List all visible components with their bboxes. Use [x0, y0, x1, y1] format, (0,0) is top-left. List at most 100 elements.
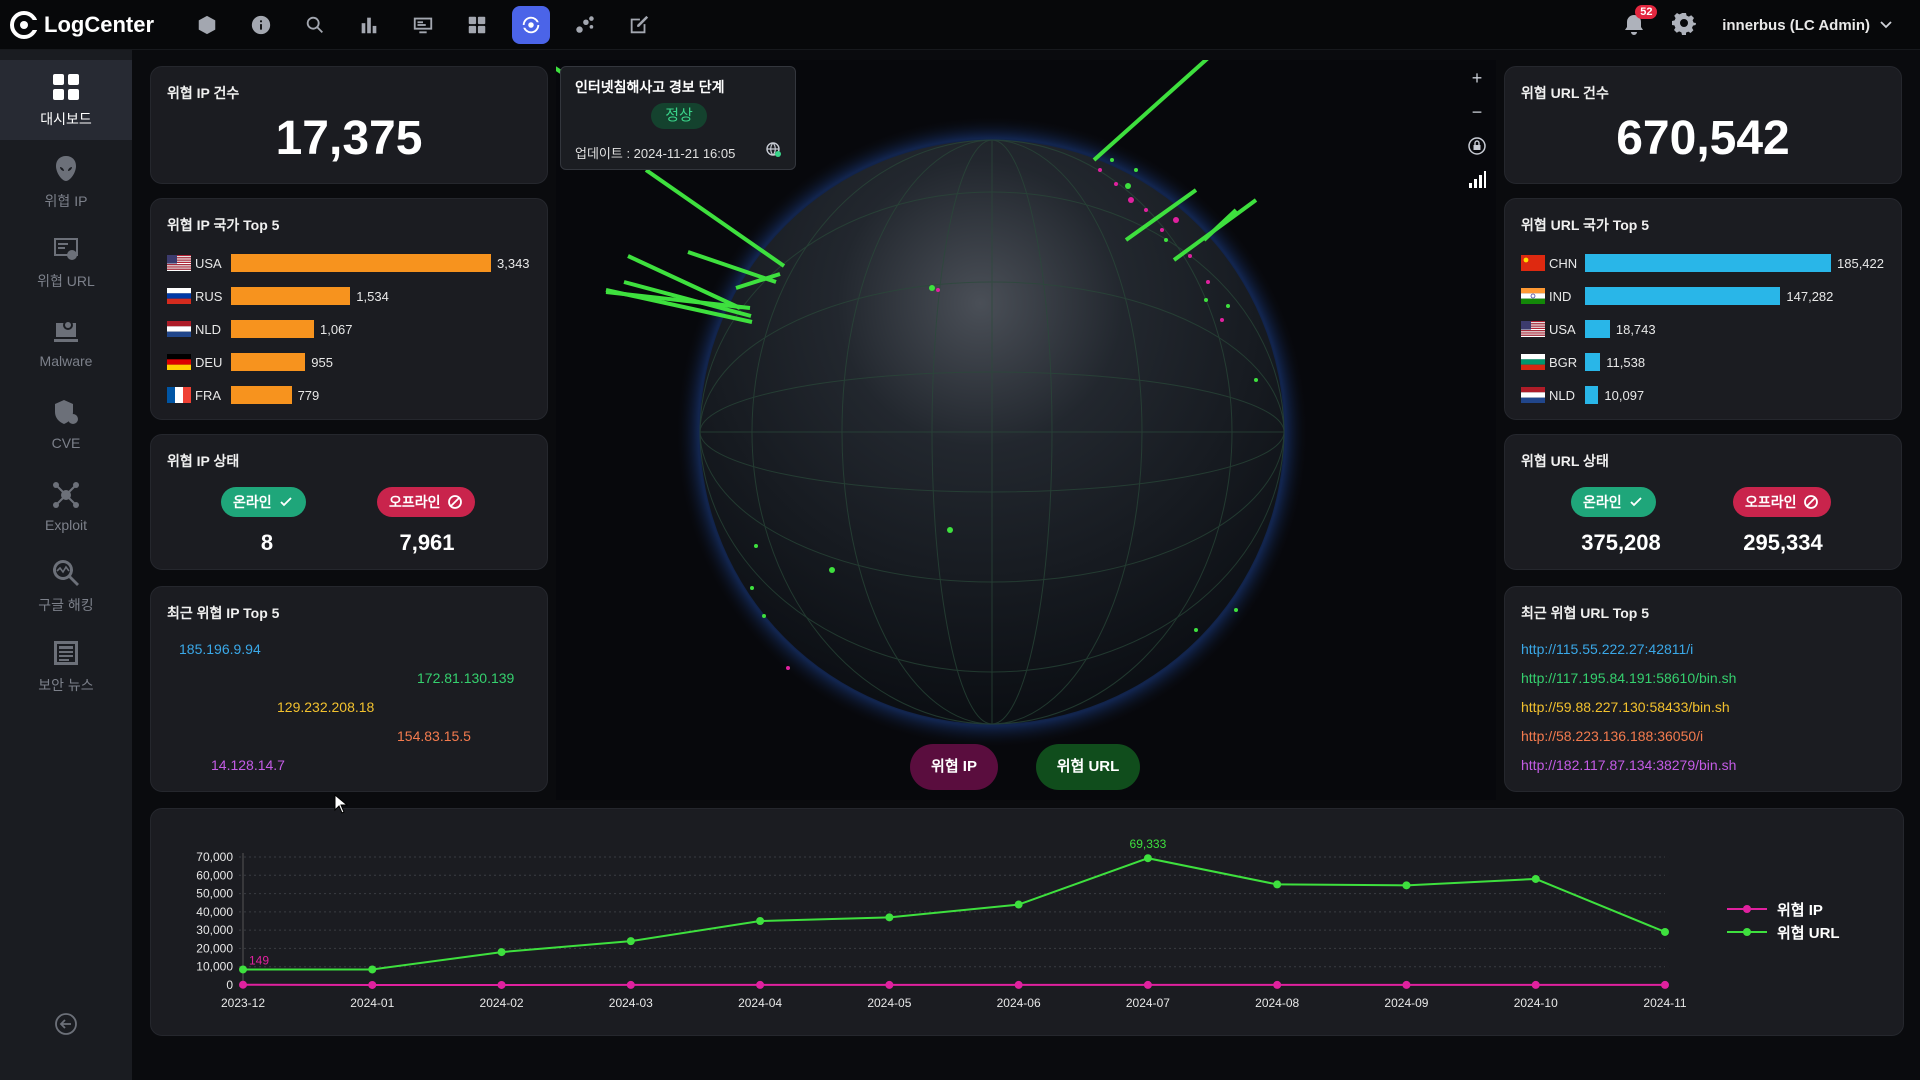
edit-icon[interactable] — [620, 6, 658, 44]
cube-icon[interactable] — [188, 6, 226, 44]
country-bar — [231, 320, 314, 338]
recent-ip-item[interactable]: 172.81.130.139 — [417, 670, 514, 686]
country-row[interactable]: CHN 185,422 — [1521, 251, 1884, 275]
bar-chart-icon[interactable] — [350, 6, 388, 44]
recent-ip-item[interactable]: 154.83.15.5 — [397, 728, 471, 744]
sidebar-item-dashboard[interactable]: 대시보드 — [0, 60, 132, 140]
recent-ip-item[interactable]: 185.196.9.94 — [179, 641, 261, 657]
grid-icon[interactable] — [458, 6, 496, 44]
info-icon[interactable] — [242, 6, 280, 44]
card-title: 위협 IP 국가 Top 5 — [167, 217, 280, 233]
recent-ip-item[interactable]: 129.232.208.18 — [277, 699, 374, 715]
sidebar-item-security-news[interactable]: 보안 뉴스 — [0, 626, 132, 706]
country-row[interactable]: USA 18,743 — [1521, 317, 1656, 341]
card-title: 위협 URL 국가 Top 5 — [1521, 217, 1650, 233]
top-nav-icons — [188, 6, 658, 44]
country-value: 1,067 — [319, 321, 353, 337]
country-code: CHN — [1549, 255, 1578, 271]
offline-label: 오프라인 — [389, 494, 441, 510]
country-bar — [231, 287, 351, 305]
data-point — [497, 948, 506, 957]
search-icon[interactable] — [296, 6, 334, 44]
dashboard-sync-icon[interactable] — [512, 6, 550, 44]
country-bar — [231, 386, 292, 404]
data-point — [626, 980, 635, 989]
online-badge[interactable]: 온라인 — [1571, 487, 1656, 517]
country-row[interactable]: RUS 1,534 — [167, 284, 389, 308]
country-value: 147,282 — [1786, 288, 1834, 304]
chevron-down-icon — [1880, 21, 1892, 29]
data-point — [626, 937, 635, 946]
legend-item-threat-ip[interactable]: 위협 IP — [1727, 900, 1823, 919]
alert-status-badge: 정상 — [651, 103, 707, 129]
recent-url-item[interactable]: http://117.195.84.191:58610/bin.sh — [1521, 670, 1736, 686]
user-name: innerbus (LC Admin) — [1722, 16, 1870, 34]
recent-url-item[interactable]: http://59.88.227.130:58433/bin.sh — [1521, 699, 1730, 715]
threat-globe[interactable] — [556, 60, 1496, 800]
data-point — [885, 980, 894, 989]
recent-url-item[interactable]: http://115.55.222.27:42811/i — [1521, 641, 1693, 657]
country-row[interactable]: FRA 779 — [167, 383, 319, 407]
legend-item-threat-url[interactable]: 위협 URL — [1727, 923, 1840, 942]
malware-icon — [54, 320, 78, 342]
country-row[interactable]: IND 147,282 — [1521, 284, 1833, 308]
recent-url-item[interactable]: http://58.223.136.188:36050/i — [1521, 728, 1703, 744]
online-badge[interactable]: 온라인 — [221, 487, 306, 517]
offline-count: 295,334 — [1743, 530, 1823, 555]
online-count: 8 — [260, 530, 274, 555]
country-row[interactable]: NLD 1,067 — [167, 317, 353, 341]
threat-url-count-card: 위협 URL 건수 670,542 — [1504, 66, 1902, 184]
x-tick-label: 2024-11 — [1643, 996, 1686, 1010]
top-bar: LogCenter 52 innerbus (LC Admin) — [0, 0, 1920, 50]
rus-flag-icon — [167, 288, 191, 304]
country-row[interactable]: DEU 955 — [167, 350, 333, 374]
monitor-icon[interactable] — [404, 6, 442, 44]
notification-bell-icon[interactable]: 52 — [1622, 5, 1658, 37]
user-menu[interactable]: innerbus (LC Admin) — [1722, 17, 1892, 34]
threat-ip-toggle-button[interactable]: 위협 IP — [910, 744, 998, 790]
offline-badge[interactable]: 오프라인 — [1733, 487, 1831, 517]
zoom-out-icon[interactable]: − — [1463, 100, 1491, 124]
ban-icon — [447, 495, 462, 509]
sidebar-item-cve[interactable]: CVE — [0, 384, 132, 464]
data-point — [1273, 980, 1282, 989]
app-logo[interactable]: LogCenter — [10, 10, 154, 40]
collapse-sidebar-icon[interactable] — [54, 1012, 78, 1036]
x-tick-label: 2023-12 — [221, 996, 265, 1010]
recent-url-item[interactable]: http://182.117.87.134:38279/bin.sh — [1521, 757, 1736, 773]
sidebar-item-malware[interactable]: Malware — [0, 302, 132, 382]
bgr-flag-icon — [1521, 354, 1545, 370]
sidebar-item-google-hacking[interactable]: 구글 해킹 — [0, 546, 132, 626]
country-row[interactable]: BGR 11,538 — [1521, 350, 1645, 374]
lock-rotate-icon[interactable] — [1463, 134, 1491, 158]
country-row[interactable]: USA 3,343 — [167, 251, 530, 275]
sidebar-item-threat-url[interactable]: 위협 URL — [0, 222, 132, 302]
zoom-in-icon[interactable]: + — [1463, 66, 1491, 90]
offline-badge[interactable]: 오프라인 — [377, 487, 475, 517]
news-icon — [54, 641, 78, 665]
country-row[interactable]: NLD 10,097 — [1521, 383, 1644, 407]
country-code: NLD — [1549, 387, 1576, 403]
card-title: 위협 URL 상태 — [1521, 453, 1609, 469]
country-value: 18,743 — [1615, 321, 1656, 337]
country-bar — [1585, 353, 1601, 371]
signal-bars-icon[interactable] — [1463, 168, 1491, 192]
globe-refresh-icon[interactable] — [765, 141, 781, 157]
sidebar-item-threat-ip[interactable]: 위협 IP — [0, 142, 132, 222]
recent-ip-item[interactable]: 14.128.14.7 — [211, 757, 285, 773]
sidebar-item-exploit[interactable]: Exploit — [0, 466, 132, 546]
gear-icon[interactable] — [1672, 11, 1697, 40]
mouse-cursor-icon — [334, 794, 348, 814]
data-label: 149 — [249, 954, 269, 968]
chn-flag-icon — [1521, 255, 1545, 271]
top-right-area: 52 innerbus (LC Admin) — [1622, 0, 1892, 50]
country-bar — [1585, 386, 1599, 404]
deu-flag-icon — [167, 354, 191, 370]
nodes-icon[interactable] — [566, 6, 604, 44]
threat-url-toggle-button[interactable]: 위협 URL — [1036, 744, 1140, 790]
data-point — [1531, 874, 1540, 883]
data-point — [239, 965, 247, 974]
logo-icon — [10, 11, 38, 39]
card-title: 최근 위협 URL Top 5 — [1521, 605, 1650, 621]
data-point — [1661, 927, 1669, 936]
